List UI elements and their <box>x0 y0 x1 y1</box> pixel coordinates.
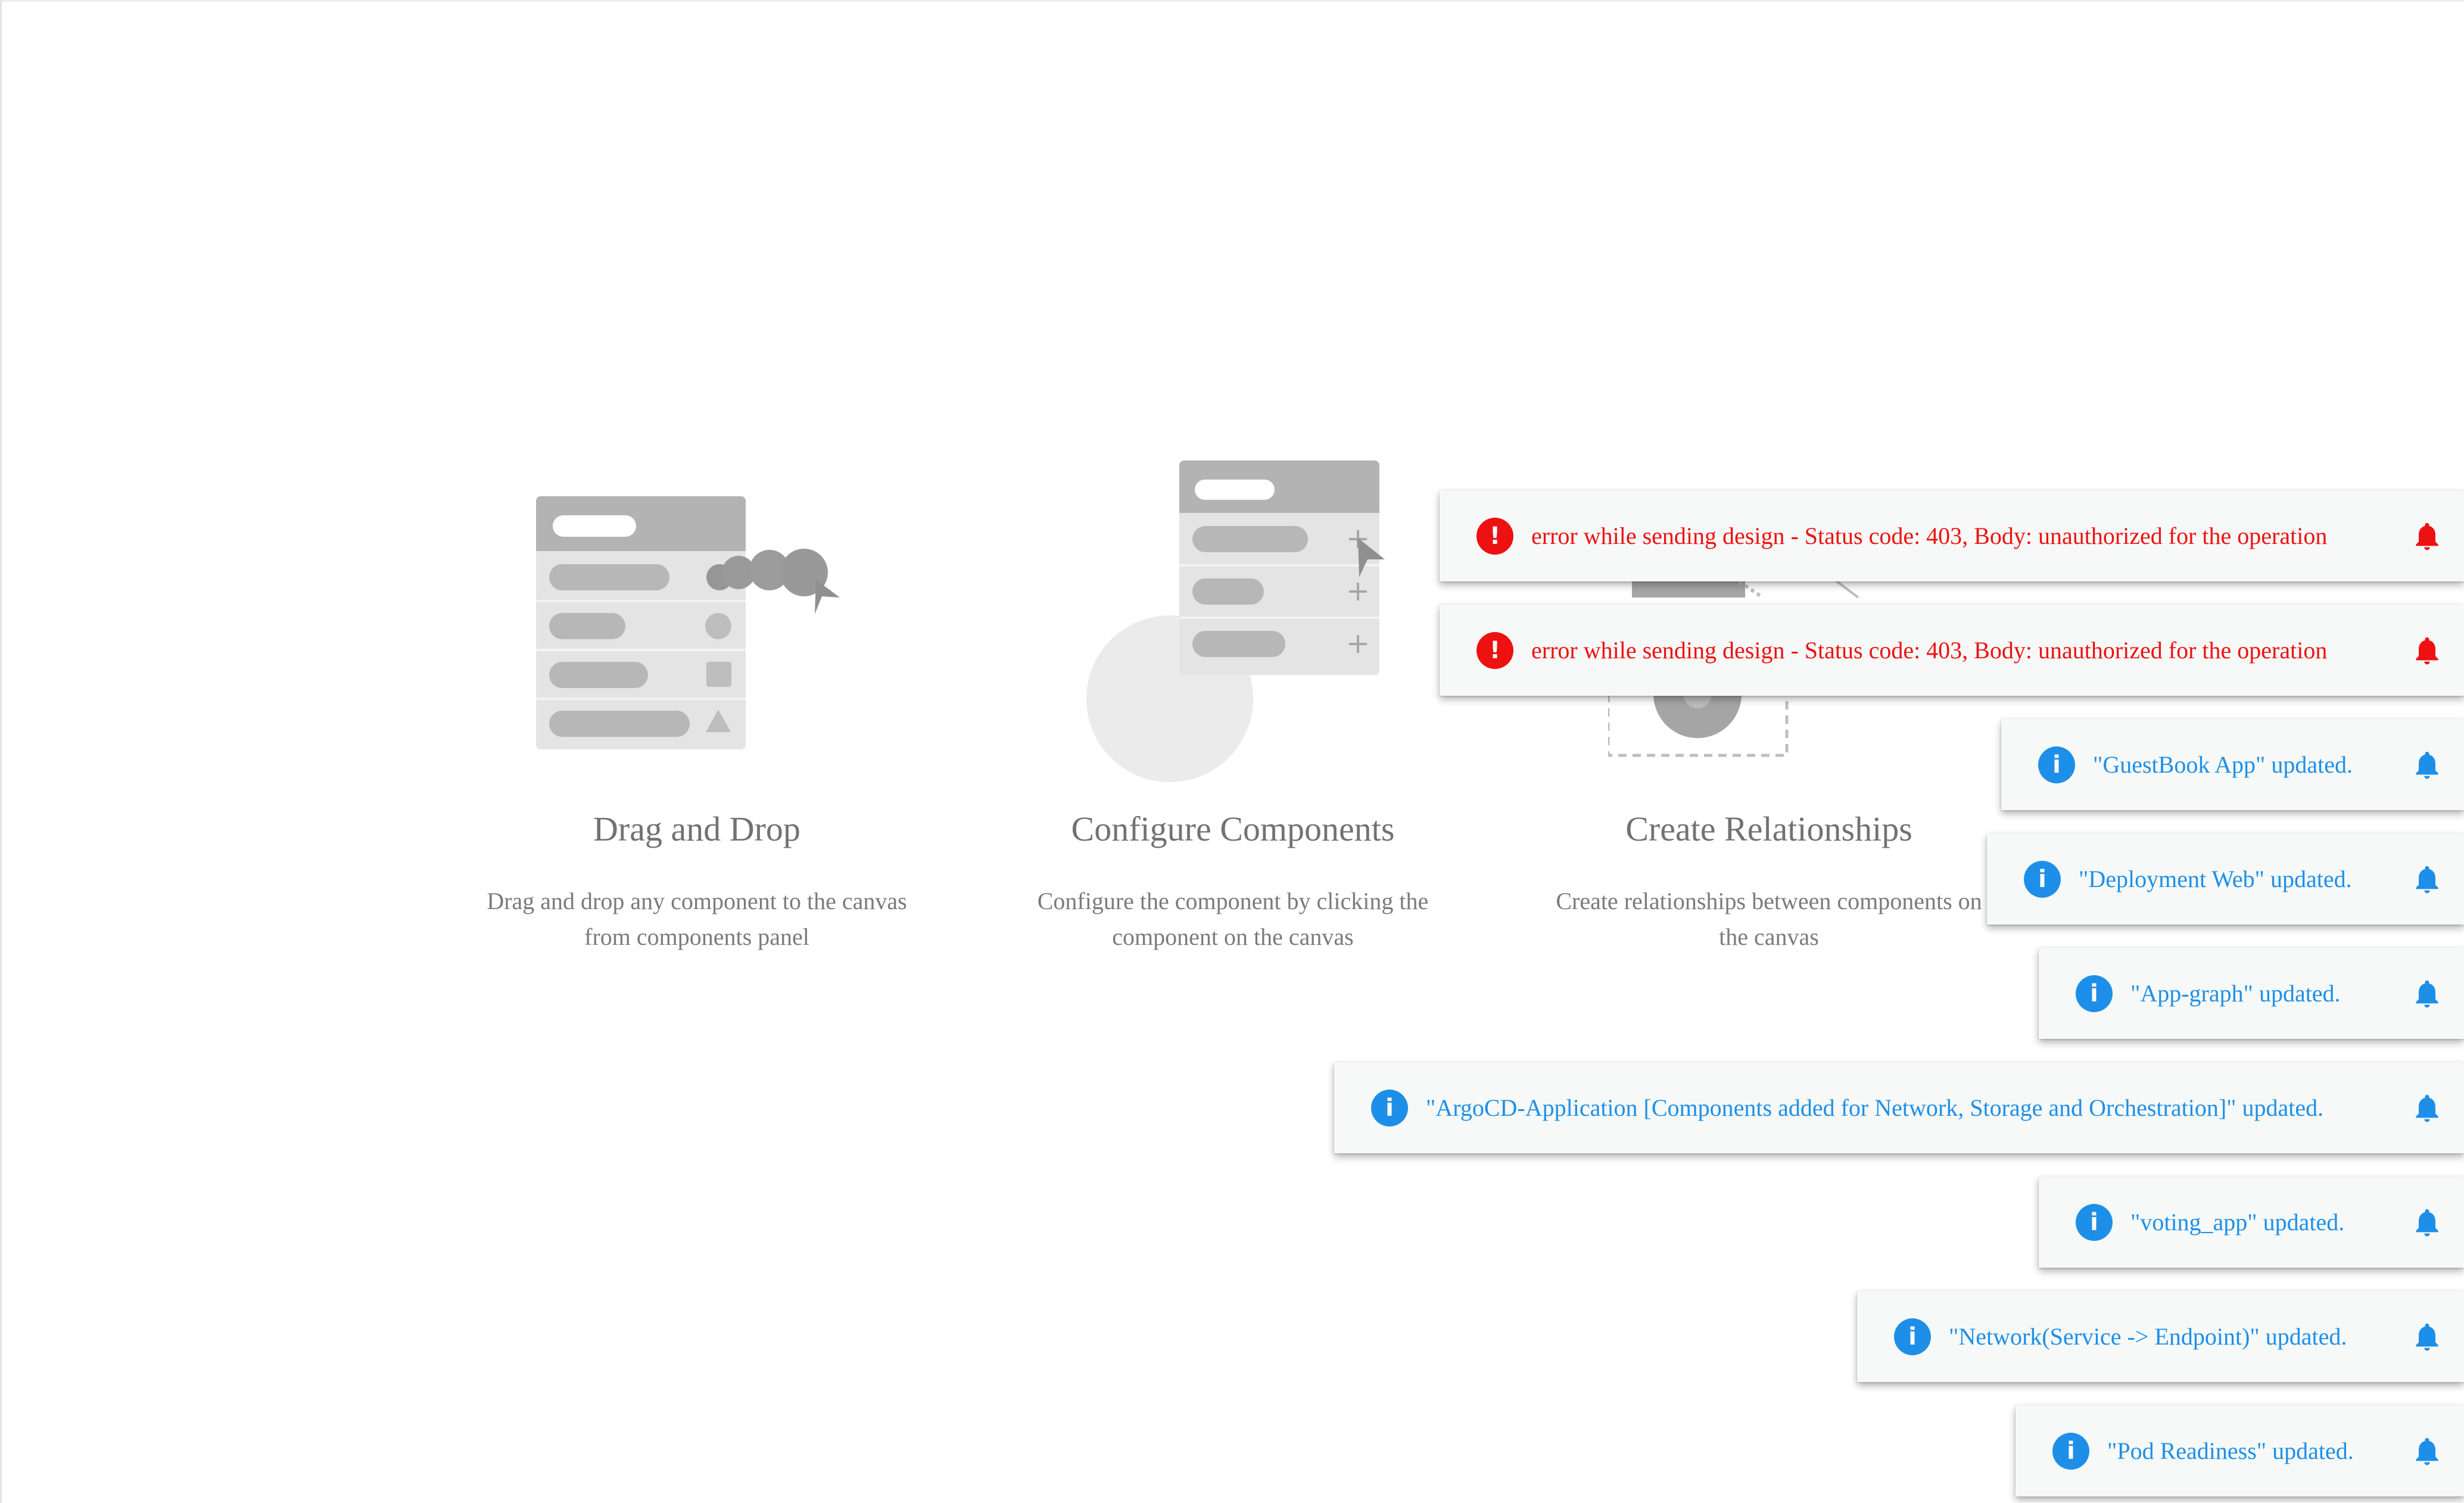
info-icon: i <box>2076 975 2113 1012</box>
feature-description: Drag and drop any component to the canva… <box>429 883 965 955</box>
feature-description: Configure the component by clicking the … <box>965 883 1501 955</box>
info-notification[interactable]: i "Pod Readiness" updated. <box>2016 1405 2464 1496</box>
info-notification[interactable]: i "ArgoCD-Application [Components added … <box>1334 1062 2464 1153</box>
design-canvas[interactable]: Drag and Drop Drag and drop any componen… <box>0 0 2464 1503</box>
feature-title: Create Relationships <box>1625 810 1912 848</box>
feature-description: Create relationships between components … <box>1501 883 2037 955</box>
bell-icon[interactable] <box>2410 1090 2444 1126</box>
configure-components-illustration <box>1086 460 1385 782</box>
error-icon: ! <box>1476 517 1513 555</box>
feature-description-line: component on the canvas <box>1112 923 1354 950</box>
notification-message: "GuestBook App" updated. <box>2093 751 2353 778</box>
info-icon: i <box>2076 1203 2113 1241</box>
bell-icon[interactable] <box>2410 1319 2444 1355</box>
feature-title: Drag and Drop <box>593 810 800 848</box>
info-icon: i <box>2038 746 2075 783</box>
feature-description-line: the canvas <box>1719 923 1819 950</box>
bell-icon[interactable] <box>2410 1205 2444 1240</box>
feature-description-line: Configure the component by clicking the <box>1037 888 1429 914</box>
notification-message: "voting_app" updated. <box>2130 1209 2345 1236</box>
notification-message: error while sending design - Status code… <box>1531 522 2328 549</box>
notification-message: error while sending design - Status code… <box>1531 637 2328 664</box>
bell-icon[interactable] <box>2410 518 2444 554</box>
error-notification[interactable]: ! error while sending design - Status co… <box>1440 490 2464 581</box>
info-icon: i <box>1894 1318 1931 1355</box>
bell-icon[interactable] <box>2410 861 2444 897</box>
bell-icon[interactable] <box>2410 976 2444 1012</box>
error-icon: ! <box>1476 631 1513 669</box>
notification-message: "Pod Readiness" updated. <box>2107 1437 2354 1464</box>
info-notification[interactable]: i "GuestBook App" updated. <box>2001 719 2464 810</box>
info-notification[interactable]: i "Deployment Web" updated. <box>1987 833 2464 925</box>
feature-drag-and-drop: Drag and Drop Drag and drop any componen… <box>429 2 965 979</box>
info-notification[interactable]: i "voting_app" updated. <box>2039 1177 2464 1268</box>
notification-message: "App-graph" updated. <box>2130 980 2341 1007</box>
error-notification[interactable]: ! error while sending design - Status co… <box>1440 605 2464 696</box>
notification-message: "Network(Service -> Endpoint)" updated. <box>1949 1323 2347 1350</box>
feature-configure-components: Configure Components Configure the compo… <box>965 2 1501 979</box>
drag-and-drop-illustration <box>536 496 840 749</box>
info-icon: i <box>1371 1089 1408 1127</box>
bell-icon[interactable] <box>2410 1433 2444 1469</box>
feature-description-line: from components panel <box>584 923 809 950</box>
info-notification[interactable]: i "App-graph" updated. <box>2039 948 2464 1039</box>
info-icon: i <box>2052 1432 2089 1470</box>
bell-icon[interactable] <box>2410 747 2444 783</box>
feature-title: Configure Components <box>1071 810 1395 848</box>
info-icon: i <box>2024 860 2061 898</box>
notification-message: "Deployment Web" updated. <box>2079 866 2352 892</box>
notification-message: "ArgoCD-Application [Components added fo… <box>1426 1094 2324 1121</box>
feature-description-line: Drag and drop any component to the canva… <box>487 888 907 914</box>
feature-description-line: Create relationships between components … <box>1556 888 1982 914</box>
bell-icon[interactable] <box>2410 633 2444 668</box>
info-notification[interactable]: i "Network(Service -> Endpoint)" updated… <box>1857 1291 2464 1382</box>
